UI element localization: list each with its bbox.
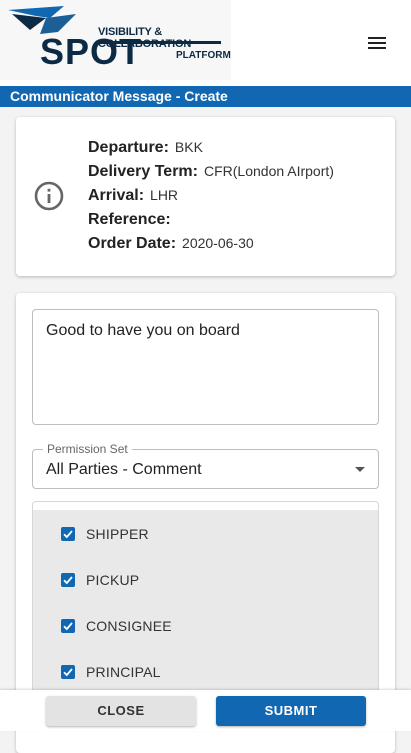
hamburger-menu-icon[interactable] [362, 30, 392, 56]
info-departure: Departure: BKK [88, 139, 334, 163]
menu-bar [368, 42, 386, 44]
party-label: PICKUP [86, 572, 140, 588]
party-checkbox-list: SHIPPER PICKUP CONSIGNEE PRINCIPAL [32, 501, 379, 701]
logo-tagline-top: VISIBILITY & COLLABORATION [98, 26, 192, 50]
info-value: CFR(London AIrport) [203, 163, 334, 179]
menu-bar [368, 37, 386, 39]
checkbox-checked-icon[interactable] [61, 573, 75, 587]
spot-logo: SPOT VISIBILITY & COLLABORATION PLATFORM [0, 0, 231, 80]
info-label: Arrival: [88, 187, 145, 204]
message-form-card: Good to have you on board Permission Set… [16, 293, 395, 753]
page-title: Communicator Message - Create [0, 86, 411, 107]
info-order-date: Order Date: 2020-06-30 [88, 235, 334, 259]
logo-divider [98, 41, 221, 44]
permission-set-label: Permission Set [43, 442, 132, 456]
dropdown-arrow-icon [355, 467, 365, 472]
close-button[interactable]: CLOSE [46, 696, 196, 726]
order-info-list: Departure: BKK Delivery Term: CFR(London… [88, 139, 334, 259]
order-info-card: Departure: BKK Delivery Term: CFR(London… [16, 117, 395, 276]
checkbox-checked-icon[interactable] [61, 665, 75, 679]
permission-set-value: All Parties - Comment [46, 461, 202, 478]
info-label: Reference: [88, 211, 171, 228]
logo-tagline-bottom: PLATFORM [176, 50, 231, 61]
party-list-body: SHIPPER PICKUP CONSIGNEE PRINCIPAL [33, 510, 378, 700]
info-label: Departure: [88, 139, 169, 156]
info-reference: Reference: [88, 211, 334, 235]
menu-bar [368, 47, 386, 49]
info-value: 2020-06-30 [182, 235, 254, 251]
info-circle-icon [34, 181, 64, 211]
party-checkbox-principal[interactable]: PRINCIPAL [61, 660, 161, 684]
info-value: BKK [174, 139, 203, 155]
info-delivery-term: Delivery Term: CFR(London AIrport) [88, 163, 334, 187]
party-checkbox-consignee[interactable]: CONSIGNEE [61, 614, 172, 638]
checkbox-checked-icon[interactable] [61, 619, 75, 633]
submit-button[interactable]: SUBMIT [216, 696, 366, 726]
app-header: SPOT VISIBILITY & COLLABORATION PLATFORM [0, 0, 411, 86]
party-checkbox-pickup[interactable]: PICKUP [61, 568, 139, 592]
checkbox-checked-icon[interactable] [61, 527, 75, 541]
party-label: CONSIGNEE [86, 618, 172, 634]
info-arrival: Arrival: LHR [88, 187, 334, 211]
party-label: SHIPPER [86, 526, 149, 542]
info-label: Delivery Term: [88, 163, 198, 180]
info-label: Order Date: [88, 235, 177, 252]
party-label: PRINCIPAL [86, 664, 161, 680]
permission-set-select[interactable]: Permission Set All Parties - Comment [32, 442, 379, 489]
action-footer: CLOSE SUBMIT [0, 690, 411, 731]
info-value: LHR [150, 187, 179, 203]
message-textarea[interactable]: Good to have you on board [32, 309, 379, 425]
party-checkbox-shipper[interactable]: SHIPPER [61, 522, 149, 546]
